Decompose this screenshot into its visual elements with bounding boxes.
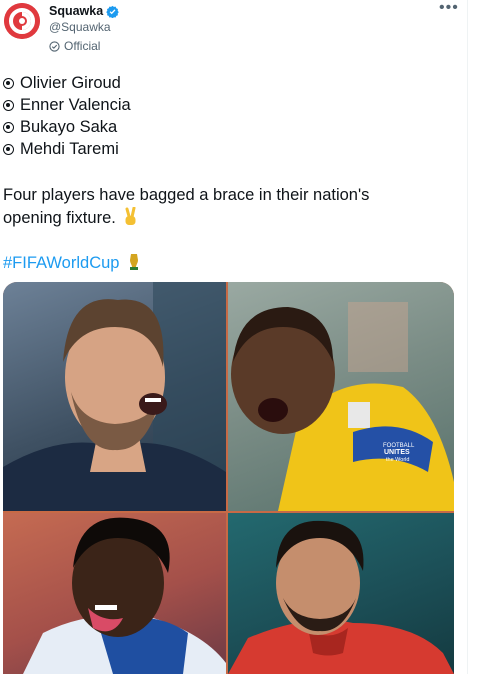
panel-valencia: FOOTBALL UNITES the World: [228, 282, 454, 511]
player-line-2: Enner Valencia: [3, 95, 131, 115]
official-label: Official: [49, 39, 100, 53]
victory-hand-emoji: [125, 206, 136, 225]
saka-photo: [23, 517, 226, 674]
hashtag-link[interactable]: #FIFAWorldCup: [3, 254, 119, 272]
player-name: Bukayo Saka: [20, 118, 118, 136]
profile-avatar[interactable]: [4, 3, 40, 39]
panel-taremi: [228, 513, 454, 674]
more-horizontal-icon[interactable]: •••: [439, 0, 459, 16]
panel-saka: [3, 513, 226, 674]
column-divider: [467, 0, 468, 674]
display-name[interactable]: Squawka: [49, 4, 119, 19]
player-name: Mehdi Taremi: [20, 140, 119, 158]
world-cup-trophy-emoji: [130, 254, 139, 270]
radio-bullet-icon: [3, 144, 14, 155]
official-label-icon: [49, 40, 60, 52]
valencia-photo: FOOTBALL UNITES the World: [231, 302, 454, 511]
radio-bullet-icon: [3, 122, 14, 133]
tweet-text-line-1: Four players have bagged a brace in thei…: [3, 186, 370, 204]
taremi-photo: [228, 520, 454, 674]
hashtag-line: #FIFAWorldCup: [3, 252, 141, 273]
collage-divider-horizontal: [3, 511, 454, 513]
collage-divider-vertical: [226, 282, 228, 674]
player-name: Enner Valencia: [20, 96, 131, 114]
player-name: Olivier Giroud: [20, 74, 121, 92]
player-line-3: Bukayo Saka: [3, 117, 117, 137]
radio-bullet-icon: [3, 78, 14, 89]
radio-bullet-icon: [3, 100, 14, 111]
account-handle[interactable]: @Squawka: [49, 20, 111, 34]
display-name-text[interactable]: Squawka: [49, 4, 103, 19]
player-line-1: Olivier Giroud: [3, 73, 121, 93]
armband-text-2: UNITES: [384, 449, 410, 456]
tweet-text-line-2-text: opening fixture.: [3, 209, 116, 227]
squawka-logo-icon: [4, 3, 40, 39]
tweet-text-line-2: opening fixture.: [3, 206, 140, 228]
armband-text-3: the World: [386, 457, 409, 463]
player-line-4: Mehdi Taremi: [3, 139, 119, 159]
verified-badge-icon: [106, 5, 119, 18]
giroud-photo: [3, 282, 226, 511]
panel-giroud: [3, 282, 226, 511]
official-label-text: Official: [64, 39, 101, 53]
tweet-media-collage[interactable]: FOOTBALL UNITES the World: [3, 282, 454, 674]
